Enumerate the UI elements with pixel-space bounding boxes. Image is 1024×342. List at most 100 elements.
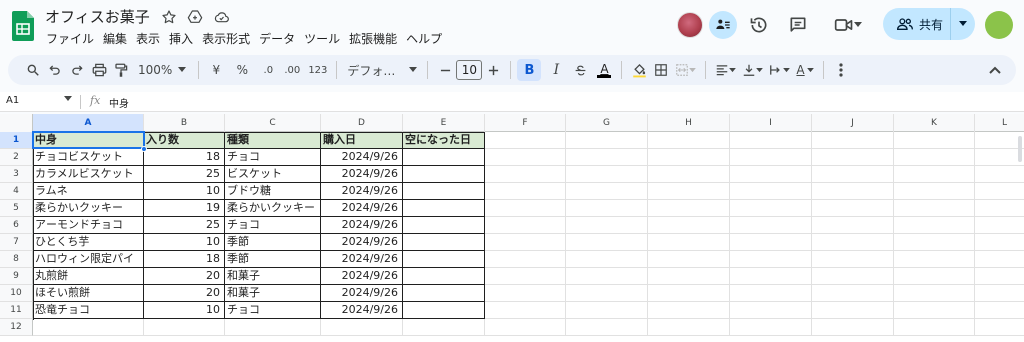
empty-cell[interactable]	[33, 319, 144, 336]
row-header-3[interactable]: 3	[0, 166, 33, 183]
empty-cell[interactable]	[566, 132, 648, 149]
row-header-4[interactable]: 4	[0, 183, 33, 200]
table-cell[interactable]: ハロウィン限定パイ	[33, 251, 144, 268]
move-to-drive-icon[interactable]	[186, 8, 204, 26]
decrease-decimal-button[interactable]: .0	[257, 59, 279, 81]
empty-cell[interactable]	[894, 302, 975, 319]
empty-cell[interactable]	[730, 217, 812, 234]
empty-cell[interactable]	[485, 217, 566, 234]
search-menus-button[interactable]	[22, 59, 44, 81]
empty-cell[interactable]	[812, 285, 894, 302]
table-cell[interactable]: 2024/9/26	[321, 166, 403, 183]
table-cell[interactable]: ブドウ糖	[225, 183, 321, 200]
row-header-1[interactable]: 1	[0, 132, 33, 149]
star-icon[interactable]	[160, 8, 178, 26]
table-cell[interactable]	[403, 166, 485, 183]
history-icon[interactable]	[747, 13, 771, 37]
table-cell[interactable]: 2024/9/26	[321, 302, 403, 319]
empty-cell[interactable]	[648, 166, 730, 183]
empty-cell[interactable]	[812, 319, 894, 336]
empty-cell[interactable]	[730, 234, 812, 251]
increase-font-size-button[interactable]	[482, 59, 504, 81]
row-header-6[interactable]: 6	[0, 217, 33, 234]
empty-cell[interactable]	[730, 166, 812, 183]
column-header-j[interactable]: J	[812, 114, 894, 132]
empty-cell[interactable]	[812, 217, 894, 234]
empty-cell[interactable]	[648, 319, 730, 336]
empty-cell[interactable]	[566, 268, 648, 285]
table-cell[interactable]	[403, 234, 485, 251]
table-cell[interactable]: 10	[144, 234, 225, 251]
empty-cell[interactable]	[975, 319, 1024, 336]
empty-cell[interactable]	[648, 302, 730, 319]
table-cell[interactable]: ひとくち芋	[33, 234, 144, 251]
table-cell[interactable]	[403, 251, 485, 268]
empty-cell[interactable]	[566, 217, 648, 234]
collapse-toolbar-button[interactable]	[984, 59, 1006, 81]
table-cell[interactable]	[403, 285, 485, 302]
empty-cell[interactable]	[566, 251, 648, 268]
fill-handle[interactable]	[141, 146, 147, 152]
menu-format[interactable]: 表示形式	[202, 29, 250, 48]
empty-cell[interactable]	[566, 149, 648, 166]
fill-color-button[interactable]	[628, 59, 650, 81]
empty-cell[interactable]	[730, 149, 812, 166]
empty-cell[interactable]	[485, 234, 566, 251]
column-header-a[interactable]: A	[33, 114, 144, 132]
table-cell[interactable]: 2024/9/26	[321, 217, 403, 234]
empty-cell[interactable]	[812, 200, 894, 217]
menu-data[interactable]: データ	[259, 29, 295, 48]
menu-edit[interactable]: 編集	[103, 29, 127, 48]
column-header-k[interactable]: K	[894, 114, 975, 132]
empty-cell[interactable]	[730, 319, 812, 336]
table-cell[interactable]: 20	[144, 285, 225, 302]
empty-cell[interactable]	[894, 251, 975, 268]
table-cell[interactable]: 18	[144, 251, 225, 268]
font-family-select[interactable]: デフォ…	[343, 62, 421, 79]
empty-cell[interactable]	[730, 200, 812, 217]
table-cell[interactable]: アーモンドチョコ	[33, 217, 144, 234]
empty-cell[interactable]	[730, 132, 812, 149]
empty-cell[interactable]	[894, 234, 975, 251]
column-header-h[interactable]: H	[648, 114, 730, 132]
table-cell[interactable]: チョコ	[225, 149, 321, 166]
table-header-cell[interactable]: 中身	[33, 132, 144, 149]
undo-button[interactable]	[44, 59, 66, 81]
empty-cell[interactable]	[812, 132, 894, 149]
table-cell[interactable]: 季節	[225, 234, 321, 251]
table-cell[interactable]: チョコ	[225, 217, 321, 234]
empty-cell[interactable]	[894, 132, 975, 149]
empty-cell[interactable]	[321, 319, 403, 336]
horizontal-align-button[interactable]	[712, 59, 739, 81]
table-cell[interactable]: 10	[144, 183, 225, 200]
empty-cell[interactable]	[894, 268, 975, 285]
menu-help[interactable]: ヘルプ	[406, 29, 442, 48]
empty-cell[interactable]	[812, 166, 894, 183]
column-header-e[interactable]: E	[403, 114, 485, 132]
table-header-cell[interactable]: 購入日	[321, 132, 403, 149]
empty-cell[interactable]	[566, 234, 648, 251]
empty-cell[interactable]	[648, 251, 730, 268]
zoom-select[interactable]: 100%	[132, 63, 192, 77]
spreadsheet-grid[interactable]: ABCDEFGHIJKL 1 中身 入り数 種類 購入日 空になった日 2 チョコビスケット 1…	[0, 114, 1024, 342]
sheets-logo-icon[interactable]	[12, 11, 34, 41]
row-header-9[interactable]: 9	[0, 268, 33, 285]
empty-cell[interactable]	[403, 319, 485, 336]
document-title[interactable]: オフィスお菓子	[45, 6, 150, 27]
merge-cells-button[interactable]	[672, 59, 699, 81]
formula-input[interactable]: 中身	[109, 95, 129, 110]
column-header-i[interactable]: I	[730, 114, 812, 132]
table-cell[interactable]	[403, 149, 485, 166]
table-cell[interactable]: 柔らかいクッキー	[225, 200, 321, 217]
currency-format-button[interactable]: ¥	[205, 59, 227, 81]
comment-icon[interactable]	[786, 13, 810, 37]
text-wrapping-button[interactable]	[766, 59, 793, 81]
more-options-button[interactable]	[830, 59, 852, 81]
select-all-corner[interactable]	[0, 114, 33, 132]
empty-cell[interactable]	[812, 183, 894, 200]
empty-cell[interactable]	[975, 217, 1024, 234]
menu-tools[interactable]: ツール	[304, 29, 340, 48]
table-cell[interactable]: 2024/9/26	[321, 251, 403, 268]
empty-cell[interactable]	[648, 217, 730, 234]
empty-cell[interactable]	[566, 166, 648, 183]
